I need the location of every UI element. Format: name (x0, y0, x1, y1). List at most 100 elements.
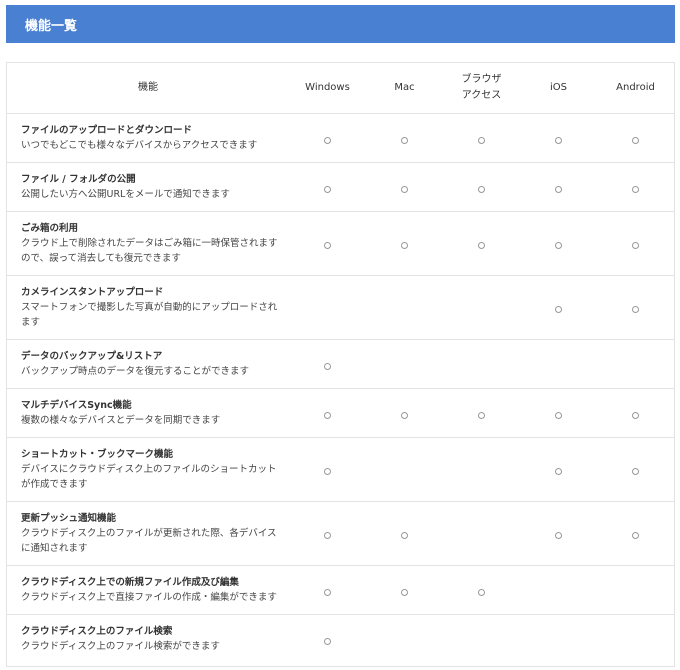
support-cell-android (597, 339, 674, 389)
support-cell-windows (289, 388, 366, 438)
support-cell-android (597, 437, 674, 502)
support-cell-browser (443, 437, 520, 502)
support-cell-ios (520, 388, 597, 438)
feature-description: デバイスにクラウドディスク上のファイルのショートカット (21, 464, 277, 475)
feature-title: 更新プッシュ通知機能 (21, 513, 117, 524)
support-cell-mac (366, 211, 443, 276)
supported-circle-icon (632, 136, 639, 144)
feature-cell: マルチデバイスSync機能複数の様々なデバイスとデータを同期できます (7, 388, 289, 438)
supported-circle-icon (555, 411, 562, 419)
table-row: クラウドディスク上のファイル検索クラウドディスク上のファイル検索ができます (7, 615, 674, 664)
supported-circle-icon (478, 136, 485, 144)
supported-circle-icon (324, 362, 331, 370)
supported-circle-icon (555, 136, 562, 144)
column-header-mac: Mac (366, 63, 443, 114)
table-row: ショートカット・ブックマーク機能デバイスにクラウドディスク上のファイルのショート… (7, 437, 674, 502)
supported-circle-icon (478, 411, 485, 419)
feature-description-continued: ます (21, 317, 41, 328)
supported-circle-icon (324, 637, 331, 645)
support-cell-mac (366, 162, 443, 212)
support-cell-android (597, 162, 674, 212)
table-row: データのバックアップ&リストア バックアップ時点のデータを復元することができます (7, 339, 674, 389)
feature-description-continued: に通知されます (21, 543, 88, 554)
feature-cell: ショートカット・ブックマーク機能デバイスにクラウドディスク上のファイルのショート… (7, 437, 289, 502)
column-header-android: Android (597, 63, 674, 114)
support-cell-windows (289, 339, 366, 389)
feature-description: クラウドディスク上のファイル検索ができます (21, 641, 220, 652)
supported-circle-icon (401, 185, 408, 193)
supported-circle-icon (632, 468, 639, 475)
table-row: ファイル / フォルダの公開 公開したい方へ公開URLをメールで通知できます (7, 162, 674, 212)
table-header-row: 機能 Windows Mac ブラウザ アクセス iOS Android (7, 63, 674, 114)
supported-circle-icon (324, 468, 331, 475)
support-cell-android (597, 501, 674, 566)
supported-circle-icon (401, 242, 408, 249)
support-cell-browser (443, 501, 520, 566)
support-cell-android (597, 275, 674, 340)
support-cell-ios (520, 339, 597, 389)
feature-description: クラウドディスク上のファイルが更新された際、各デバイス (21, 528, 277, 539)
feature-description: バックアップ時点のデータを復元することができます (21, 366, 250, 377)
support-cell-browser (443, 211, 520, 276)
feature-cell: ごみ箱の利用 クラウド上で削除されたデータはごみ箱に一時保管されます ので、誤って消… (7, 211, 289, 276)
support-cell-mac (366, 437, 443, 502)
table-row: クラウドディスク上での新規ファイル作成及び編集 クラウドディスク上で直接ファイルの… (7, 565, 674, 615)
supported-circle-icon (632, 411, 639, 419)
support-cell-ios (520, 162, 597, 212)
feature-cell: ファイルのアップロードとダウンロードいつでもどこでも様々なデバイスからアクセスで… (7, 113, 289, 163)
support-cell-ios (520, 437, 597, 502)
supported-circle-icon (401, 411, 408, 419)
support-cell-ios (520, 113, 597, 163)
feature-title: クラウドディスク上のファイル検索 (21, 626, 173, 637)
support-cell-browser (443, 162, 520, 212)
supported-circle-icon (632, 306, 639, 313)
support-cell-windows (289, 211, 366, 276)
support-cell-mac (366, 339, 443, 389)
feature-title: カメラインスタントアップロード (21, 287, 164, 298)
table-row: ファイルのアップロードとダウンロードいつでもどこでも様々なデバイスからアクセスで… (7, 113, 674, 163)
column-header-ios: iOS (520, 63, 597, 114)
section-header: 機能一覧 (6, 5, 675, 43)
support-cell-windows (289, 615, 366, 664)
table-row: カメラインスタントアップロード スマートフォンで撮影した写真が自動的にアップロード… (7, 275, 674, 340)
supported-circle-icon (324, 185, 331, 193)
support-cell-browser (443, 339, 520, 389)
feature-cell: 更新プッシュ通知機能クラウドディスク上のファイルが更新された際、各デバイス に通知… (7, 501, 289, 566)
column-header-browser-line1: ブラウザ (461, 74, 502, 85)
feature-description: 複数の様々なデバイスとデータを同期できます (21, 415, 221, 426)
support-cell-ios (520, 615, 597, 664)
support-cell-android (597, 113, 674, 163)
support-cell-windows (289, 162, 366, 212)
feature-cell: ファイル / フォルダの公開 公開したい方へ公開URLをメールで通知できます (7, 162, 289, 212)
feature-title: ショートカット・ブックマーク機能 (21, 449, 174, 460)
feature-title: ファイルのアップロードとダウンロード (21, 125, 193, 136)
supported-circle-icon (555, 468, 562, 475)
feature-title: マルチデバイスSync機能 (21, 400, 132, 411)
support-cell-android (597, 211, 674, 276)
supported-circle-icon (324, 242, 331, 249)
support-cell-android (597, 565, 674, 615)
support-cell-mac (366, 275, 443, 340)
supported-circle-icon (555, 306, 562, 313)
supported-circle-icon (324, 136, 331, 144)
feature-cell: データのバックアップ&リストア バックアップ時点のデータを復元することができます (7, 339, 289, 389)
supported-circle-icon (324, 411, 331, 419)
supported-circle-icon (324, 532, 331, 539)
supported-circle-icon (401, 588, 408, 596)
feature-cell: クラウドディスク上のファイル検索クラウドディスク上のファイル検索ができます (7, 615, 289, 664)
table-row: ごみ箱の利用 クラウド上で削除されたデータはごみ箱に一時保管されます ので、誤って消… (7, 211, 674, 276)
table-row: マルチデバイスSync機能複数の様々なデバイスとデータを同期できます (7, 388, 674, 438)
support-cell-ios (520, 275, 597, 340)
feature-description: クラウド上で削除されたデータはごみ箱に一時保管されます (21, 238, 278, 249)
supported-circle-icon (478, 588, 485, 596)
support-cell-browser (443, 388, 520, 438)
support-cell-mac (366, 615, 443, 664)
support-cell-windows (289, 437, 366, 502)
page-title: 機能一覧 (25, 18, 78, 34)
support-cell-ios (520, 565, 597, 615)
supported-circle-icon (555, 242, 562, 249)
feature-description-continued: が作成できます (21, 479, 88, 490)
feature-title: ごみ箱の利用 (21, 223, 79, 234)
feature-cell: クラウドディスク上での新規ファイル作成及び編集 クラウドディスク上で直接ファイルの… (7, 565, 289, 615)
feature-description: いつでもどこでも様々なデバイスからアクセスできます (21, 140, 258, 151)
